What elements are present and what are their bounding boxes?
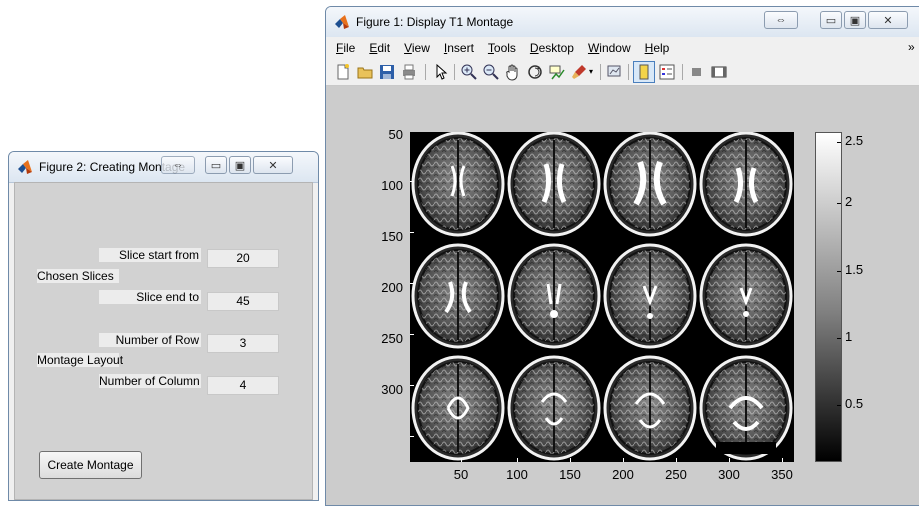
menu-overflow-icon[interactable]: » <box>908 40 915 54</box>
y-tick-label: 50 <box>388 127 403 142</box>
brush-icon[interactable] <box>570 63 588 81</box>
data-cursor-icon[interactable] <box>548 63 566 81</box>
maximize-button[interactable]: ▣ <box>844 11 866 29</box>
x-tick-label: 50 <box>453 467 469 482</box>
colorbar-tick-label: 2 <box>845 194 853 209</box>
dock-button[interactable]: ⇔ <box>161 156 195 174</box>
brain-slice <box>507 131 601 237</box>
brain-slice <box>411 355 505 461</box>
dock-arrows-icon: ⇔ <box>172 159 184 171</box>
colorbar-tick-label: 2.5 <box>845 133 864 148</box>
menu-file[interactable]: File <box>336 41 355 55</box>
zoom-out-icon[interactable] <box>482 63 500 81</box>
minimize-icon: ▭ <box>825 14 837 27</box>
brain-slice <box>603 355 697 461</box>
close-icon: ✕ <box>883 14 893 27</box>
minimize-icon: ▭ <box>210 159 222 172</box>
brain-slice <box>699 243 793 349</box>
brain-slice <box>411 243 505 349</box>
brain-slice <box>507 243 601 349</box>
figure1-titlebar[interactable]: Figure 1: Display T1 Montage ⇔ ▭ ▣ ✕ <box>326 7 919 38</box>
x-tick-label: 150 <box>559 467 581 482</box>
open-file-icon[interactable] <box>356 63 374 81</box>
colorbar[interactable] <box>815 132 842 462</box>
montage-image[interactable] <box>410 131 794 462</box>
close-button[interactable]: ✕ <box>253 156 293 174</box>
hide-plot-tools-icon[interactable] <box>688 63 706 81</box>
link-plot-icon[interactable] <box>606 63 624 81</box>
pan-icon[interactable] <box>504 63 522 81</box>
show-plot-tools-icon[interactable] <box>710 63 728 81</box>
slice-start-input[interactable]: 20 <box>207 249 279 268</box>
montage-layout-label: Montage Layout <box>37 353 124 367</box>
matlab-logo-icon <box>18 160 32 174</box>
pointer-icon[interactable] <box>432 63 450 81</box>
brain-slice <box>603 243 697 349</box>
menu-window[interactable]: Window <box>588 41 631 55</box>
dock-button[interactable]: ⇔ <box>764 11 798 29</box>
y-tick-label: 200 <box>381 280 403 295</box>
chosen-slices-label: Chosen Slices <box>37 269 119 283</box>
new-figure-icon[interactable] <box>334 63 352 81</box>
menu-help[interactable]: Help <box>645 41 670 55</box>
num-column-input[interactable]: 4 <box>207 376 279 395</box>
menu-edit[interactable]: Edit <box>369 41 390 55</box>
zoom-in-icon[interactable] <box>460 63 478 81</box>
close-button[interactable]: ✕ <box>868 11 908 29</box>
maximize-button[interactable]: ▣ <box>229 156 251 174</box>
x-tick-label: 100 <box>506 467 528 482</box>
figure1-window: Figure 1: Display T1 Montage ⇔ ▭ ▣ ✕ Fil… <box>325 6 919 506</box>
slice-start-label: Slice start from <box>99 248 201 262</box>
num-row-label: Number of Row <box>99 333 201 347</box>
brain-slice <box>411 131 505 237</box>
y-tick-label: 250 <box>381 331 403 346</box>
y-tick-label: 150 <box>381 229 403 244</box>
colorbar-tick-label: 1.5 <box>845 262 864 277</box>
menu-view[interactable]: View <box>404 41 430 55</box>
brain-slice <box>699 131 793 237</box>
menu-desktop[interactable]: Desktop <box>530 41 574 55</box>
x-tick-label: 200 <box>612 467 634 482</box>
y-tick-label: 300 <box>381 382 403 397</box>
x-tick-label: 300 <box>718 467 740 482</box>
figure1-canvas: 50 100 150 200 250 300 50 100 150 200 25… <box>326 86 919 505</box>
y-tick-label: 100 <box>381 178 403 193</box>
slice-end-input[interactable]: 45 <box>207 292 279 311</box>
figure1-menubar: File Edit View Insert Tools Desktop Wind… <box>326 37 919 59</box>
minimize-button[interactable]: ▭ <box>205 156 227 174</box>
x-tick-label: 350 <box>771 467 793 482</box>
figure1-toolbar: ▾ <box>326 59 919 86</box>
brain-slice <box>603 131 697 237</box>
num-row-input[interactable]: 3 <box>207 334 279 353</box>
colorbar-tick-label: 0.5 <box>845 396 864 411</box>
figure1-title: Figure 1: Display T1 Montage <box>356 15 514 29</box>
figure2-titlebar[interactable]: Figure 2: Creating Montage ⇔ ▭ ▣ ✕ <box>9 152 318 183</box>
maximize-icon: ▣ <box>234 159 246 172</box>
brain-montage-svg <box>411 131 793 461</box>
create-montage-button[interactable]: Create Montage <box>39 451 142 479</box>
rotate-3d-icon[interactable] <box>526 63 544 81</box>
brush-dropdown-icon[interactable]: ▾ <box>589 67 593 76</box>
matlab-logo-icon <box>335 15 349 29</box>
colorbar-tick-label: 1 <box>845 329 853 344</box>
figure2-window: Figure 2: Creating Montage ⇔ ▭ ▣ ✕ Slice… <box>8 151 319 501</box>
close-icon: ✕ <box>268 159 278 172</box>
brain-slice <box>699 355 793 461</box>
slice-end-label: Slice end to <box>99 290 201 304</box>
print-icon[interactable] <box>400 63 418 81</box>
brain-slice <box>507 355 601 461</box>
x-tick-label: 250 <box>665 467 687 482</box>
save-icon[interactable] <box>378 63 396 81</box>
legend-toggle-icon[interactable] <box>658 63 676 81</box>
menu-tools[interactable]: Tools <box>488 41 516 55</box>
num-column-label: Number of Column <box>99 374 201 388</box>
colorbar-toggle-button[interactable] <box>633 61 655 83</box>
maximize-icon: ▣ <box>849 14 861 27</box>
menu-insert[interactable]: Insert <box>444 41 474 55</box>
minimize-button[interactable]: ▭ <box>820 11 842 29</box>
figure2-panel: Slice start from 20 Chosen Slices Slice … <box>14 182 313 500</box>
colorbar-toggle-icon <box>639 64 649 80</box>
dock-arrows-icon: ⇔ <box>775 14 787 26</box>
